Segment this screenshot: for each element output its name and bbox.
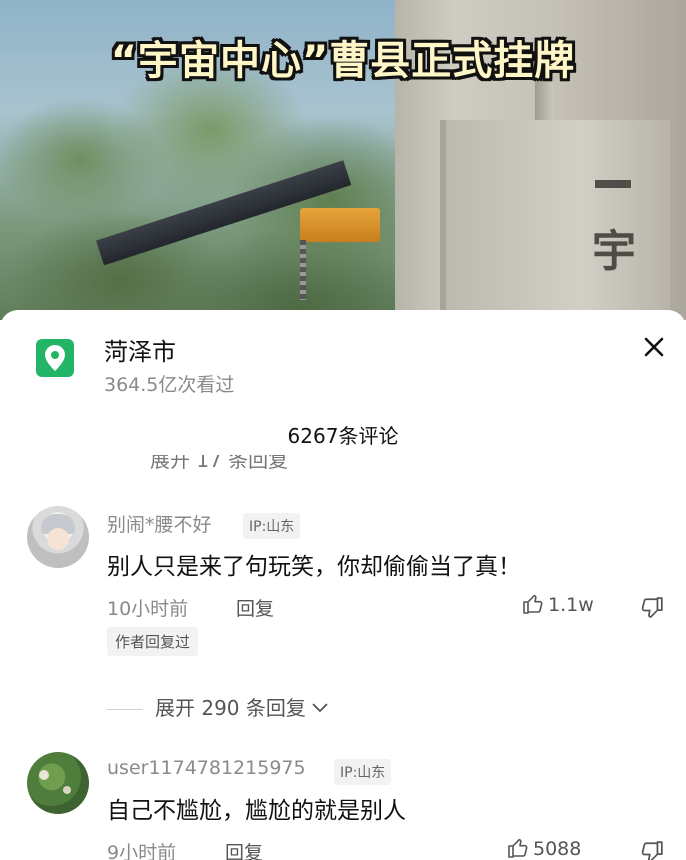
avatar-detail xyxy=(39,770,49,780)
carved-character: 宇 xyxy=(592,226,636,277)
location-views: 364.5亿次看过 xyxy=(104,374,235,396)
like-button[interactable]: 1.1w xyxy=(522,593,594,616)
ip-location-badge: IP:山东 xyxy=(243,513,301,539)
crane-chain xyxy=(300,240,306,300)
avatar-detail xyxy=(63,786,71,794)
thumbs-down-icon[interactable] xyxy=(640,596,664,624)
comment-count: 6267条评论 xyxy=(287,424,399,448)
comment-text[interactable]: 自己不尴尬，尴尬的就是别人 xyxy=(107,791,406,825)
video-frame[interactable]: 宇 “宇宙中心”曹县正式挂牌 xyxy=(0,0,686,320)
ip-location-badge: IP:山东 xyxy=(334,759,392,785)
carved-stroke xyxy=(595,180,631,188)
like-button[interactable]: 5088 xyxy=(507,837,581,860)
comment-time: 10小时前 xyxy=(107,598,189,620)
location-name[interactable]: 菏泽市 xyxy=(104,332,176,367)
video-caption: “宇宙中心”曹县正式挂牌 xyxy=(110,38,576,84)
reply-button[interactable]: 回复 xyxy=(225,838,263,860)
comment-username[interactable]: 别闹*腰不好 xyxy=(107,510,212,537)
expand-replies-button[interactable]: 展开 290 条回复 xyxy=(107,692,328,721)
thumbs-down-icon[interactable] xyxy=(640,840,664,860)
location-pin-icon[interactable] xyxy=(36,339,74,377)
expand-replies-label: 展开 290 条回复 xyxy=(155,696,306,720)
comment-sheet: 菏泽市 364.5亿次看过 6267条评论 展开 17 条回复 别闹*腰不好 I… xyxy=(0,310,686,860)
avatar[interactable] xyxy=(27,506,89,568)
comment-text[interactable]: 别人只是来了句玩笑，你却偷偷当了真！ xyxy=(107,547,521,581)
thumbs-up-icon xyxy=(508,838,528,858)
chevron-down-icon xyxy=(312,694,328,718)
comment-username[interactable]: user1174781215975 xyxy=(107,757,306,779)
like-count: 5088 xyxy=(533,838,582,860)
crane-head xyxy=(300,208,380,242)
close-icon[interactable] xyxy=(637,330,671,364)
comment-time: 9小时前 xyxy=(107,842,177,860)
reply-button[interactable]: 回复 xyxy=(236,594,274,621)
avatar-face xyxy=(47,528,69,550)
avatar[interactable] xyxy=(27,752,89,814)
partial-expand-link[interactable]: 展开 17 条回复 xyxy=(150,455,300,469)
thumbs-up-icon xyxy=(523,594,543,614)
author-replied-badge: 作者回复过 xyxy=(107,627,199,656)
partial-expand-text: 展开 17 条回复 xyxy=(150,455,289,469)
divider-line xyxy=(107,709,143,710)
like-count: 1.1w xyxy=(548,594,594,616)
